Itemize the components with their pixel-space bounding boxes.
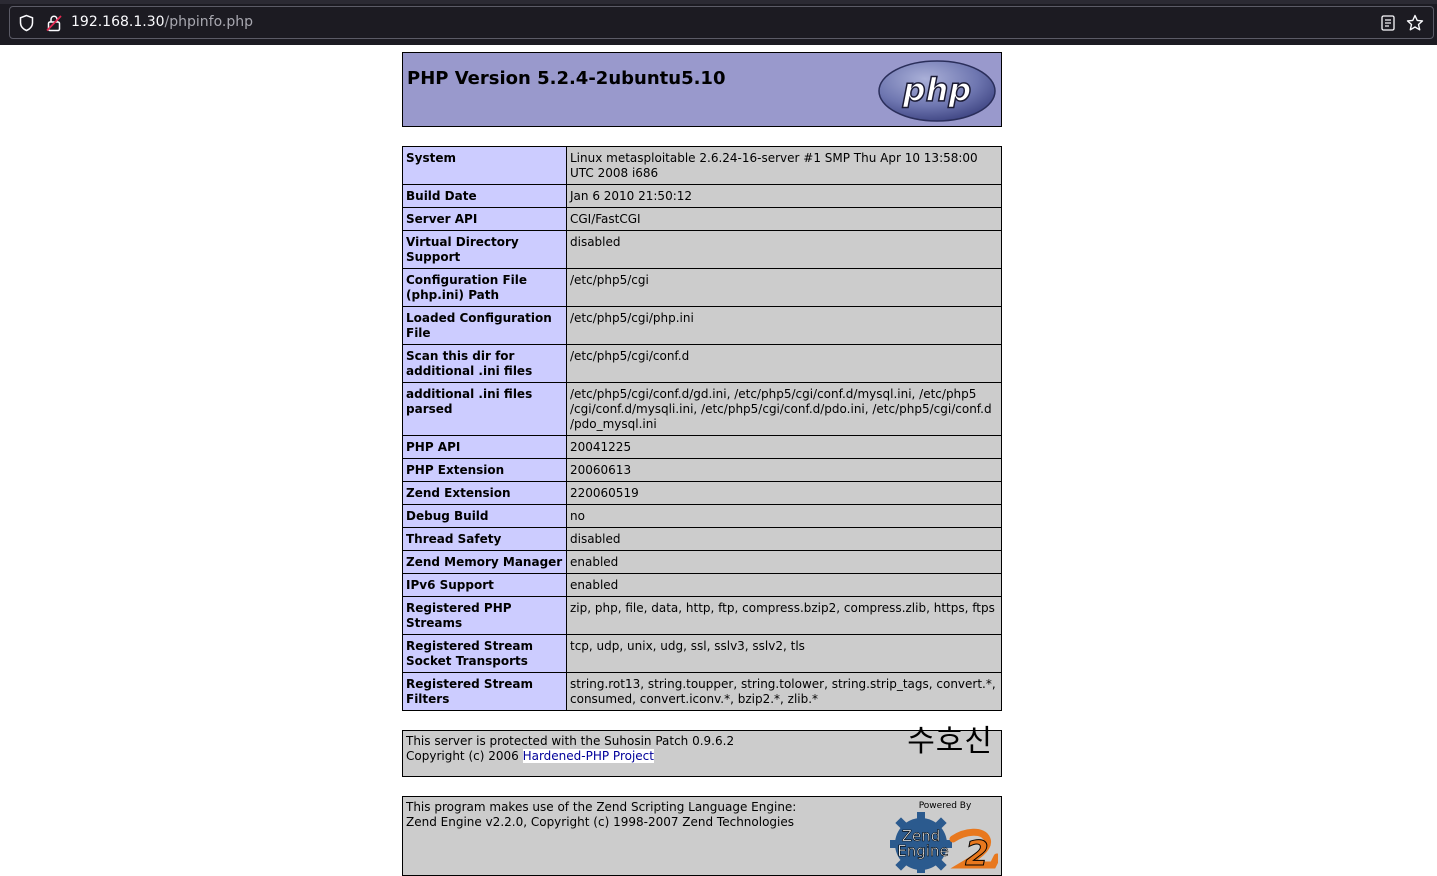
php-logo[interactable]: php	[877, 59, 997, 123]
zend-logo-line2: Engine	[897, 842, 948, 860]
row-key: Zend Memory Manager	[402, 550, 567, 574]
row-value: string.rot13, string.toupper, string.tol…	[566, 672, 1002, 711]
phpinfo-page: PHP Version 5.2.4-2ubuntu5.10 php System…	[402, 52, 1002, 876]
address-bar[interactable]: 192.168.1.30/phpinfo.php	[9, 6, 1434, 39]
zend-engine-logo[interactable]: Powered By 2 Zend Engine	[883, 799, 998, 873]
row-value: /etc/php5/cgi/conf.d	[566, 344, 1002, 383]
row-value: /etc/php5/cgi	[566, 268, 1002, 307]
table-row: IPv6 Support enabled	[402, 573, 1002, 597]
table-row: additional .ini files parsed/etc/php5/cg…	[402, 382, 1002, 436]
table-row: Scan this dir for additional .ini files /…	[402, 344, 1002, 383]
row-value: Jan 6 2010 21:50:12	[566, 184, 1002, 208]
row-key: Virtual Directory Support	[402, 230, 567, 269]
row-value: 220060519	[566, 481, 1002, 505]
row-key: System	[402, 146, 567, 185]
url-path: /phpinfo.php	[164, 14, 253, 30]
row-key: Registered Stream Filters	[402, 672, 567, 711]
row-key: additional .ini files parsed	[402, 382, 567, 436]
insecure-lock-icon[interactable]	[46, 14, 62, 32]
table-row: System Linux metasploitable 2.6.24-16-ser…	[402, 146, 1002, 185]
table-row: Zend Extension 220060519	[402, 481, 1002, 505]
row-key: Debug Build	[402, 504, 567, 528]
table-row: Debug Build no	[402, 504, 1002, 528]
zend-logo-powered: Powered By	[919, 801, 972, 811]
row-value: 20060613	[566, 458, 1002, 482]
row-key: IPv6 Support	[402, 573, 567, 597]
table-row: Server API CGI/FastCGI	[402, 207, 1002, 231]
table-row: Registered Stream Filters string.rot13, s…	[402, 672, 1002, 711]
row-key: Build Date	[402, 184, 567, 208]
bookmark-star-icon[interactable]	[1406, 14, 1424, 32]
row-key: Server API	[402, 207, 567, 231]
table-row: Configuration File (php.ini) Path/etc/ph…	[402, 268, 1002, 307]
suhosin-box: This server is protected with the Suhosi…	[402, 727, 1002, 777]
php-version-header: PHP Version 5.2.4-2ubuntu5.10 php	[402, 52, 1002, 127]
table-row: PHP API 20041225	[402, 435, 1002, 459]
shield-icon[interactable]	[18, 14, 35, 32]
row-key: Zend Extension	[402, 481, 567, 505]
table-row: Registered Stream Socket Transports tcp, …	[402, 634, 1002, 673]
row-key: Configuration File (php.ini) Path	[402, 268, 567, 307]
row-key: Scan this dir for additional .ini files	[402, 344, 567, 383]
row-key: Thread Safety	[402, 527, 567, 551]
url-text[interactable]: 192.168.1.30/phpinfo.php	[71, 14, 253, 30]
row-key: Registered PHP Streams	[402, 596, 567, 635]
table-row: Zend Memory Manager enabled	[402, 550, 1002, 574]
info-table: System Linux metasploitable 2.6.24-16-ser…	[402, 146, 1002, 711]
row-key: PHP API	[402, 435, 567, 459]
url-host: 192.168.1.30	[71, 14, 165, 30]
row-value: tcp, udp, unix, udg, ssl, sslv3, sslv2, …	[566, 634, 1002, 673]
tab-strip-edge	[0, 0, 1437, 4]
row-value: /etc/php5/cgi/php.ini	[566, 306, 1002, 345]
table-row: Virtual Directory Support disabled	[402, 230, 1002, 269]
table-row: Loaded Configuration File/etc/php5/cgi/p…	[402, 306, 1002, 345]
row-value: zip, php, file, data, http, ftp, compres…	[566, 596, 1002, 635]
row-value: 20041225	[566, 435, 1002, 459]
php-logo-text: php	[902, 71, 972, 109]
row-value: disabled	[566, 230, 1002, 269]
table-row: PHP Extension 20060613	[402, 458, 1002, 482]
table-row: Build Date Jan 6 2010 21:50:12	[402, 184, 1002, 208]
row-value: Linux metasploitable 2.6.24-16-server #1…	[566, 146, 1002, 185]
row-value: disabled	[566, 527, 1002, 551]
row-key: Registered Stream Socket Transports	[402, 634, 567, 673]
table-row: Registered PHP Streams zip, php, file, da…	[402, 596, 1002, 635]
row-value: enabled	[566, 573, 1002, 597]
table-row: Thread Safety disabled	[402, 527, 1002, 551]
page-title: PHP Version 5.2.4-2ubuntu5.10	[407, 68, 726, 89]
row-value: no	[566, 504, 1002, 528]
browser-toolbar: 192.168.1.30/phpinfo.php	[0, 0, 1437, 45]
suhosin-copyright: Copyright (c) 2006	[406, 749, 523, 763]
hardened-php-link[interactable]: Hardened-PHP Project	[522, 749, 654, 763]
row-key: PHP Extension	[402, 458, 567, 482]
row-value: /etc/php5/cgi/conf.d/gd.ini, /etc/php5/c…	[566, 382, 1002, 436]
zend-logo-number: 2	[965, 834, 989, 873]
zend-box: This program makes use of the Zend Scrip…	[402, 796, 1002, 876]
suhosin-logo[interactable]: 수호신	[907, 727, 993, 757]
row-value: enabled	[566, 550, 1002, 574]
row-value: CGI/FastCGI	[566, 207, 1002, 231]
row-key: Loaded Configuration File	[402, 306, 567, 345]
reader-view-icon[interactable]	[1381, 15, 1395, 31]
